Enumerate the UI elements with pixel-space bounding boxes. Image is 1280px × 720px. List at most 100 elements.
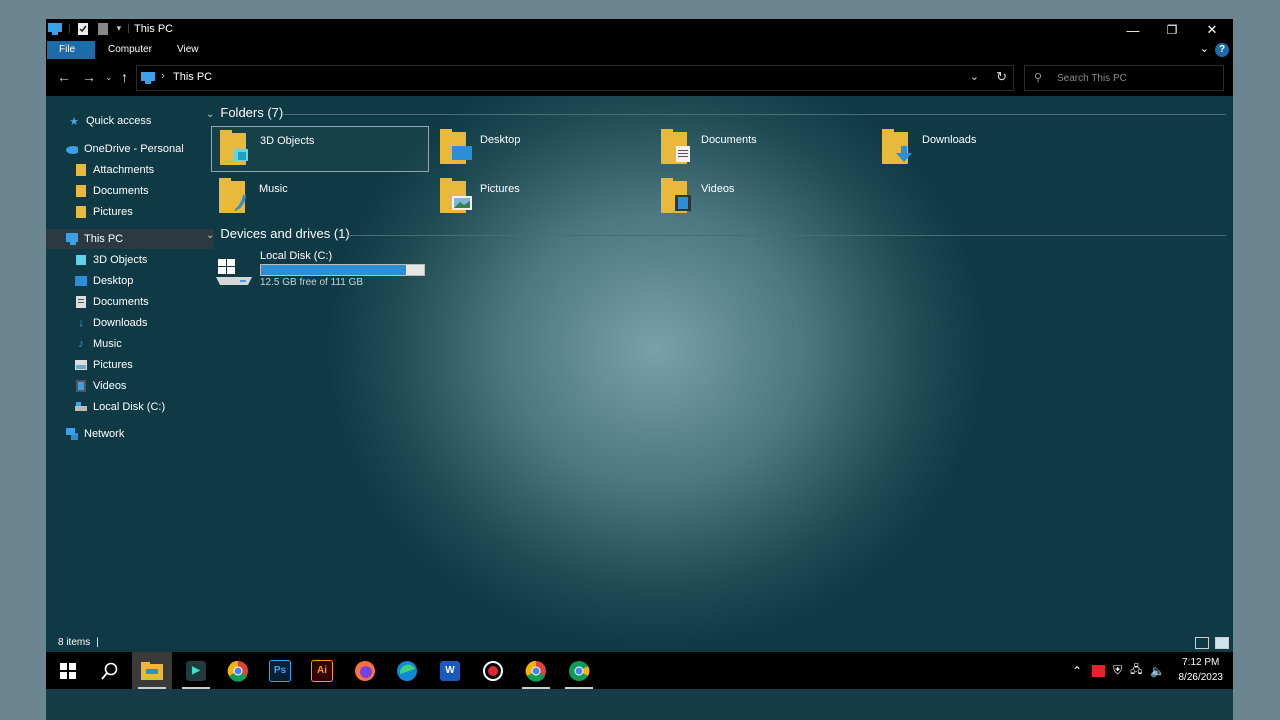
window-title: This PC [134,23,174,35]
folder-icon [659,128,695,166]
new-folder-icon[interactable] [97,22,111,35]
word-icon: W [440,660,460,681]
close-button[interactable]: ✕ [1192,19,1232,41]
firefox-icon [355,660,375,681]
nav-item-3d-objects[interactable]: 3D Objects [46,250,223,270]
nav-network[interactable]: Network [46,424,214,444]
status-divider: | [96,637,99,648]
clock[interactable]: 7:12 PM 8/26/2023 [1179,655,1224,685]
taskbar-photoshop[interactable]: Ps [260,652,300,689]
tab-view[interactable]: View [165,41,211,59]
details-view-icon[interactable] [1195,637,1209,649]
nav-item-onedrive-pictures[interactable]: Pictures [46,202,223,222]
search-box[interactable]: ⚲ [1024,65,1224,91]
search-input[interactable] [1055,69,1219,87]
forward-arrow-icon[interactable]: → [82,69,96,85]
address-dropdown-icon[interactable]: ⌄ [970,70,979,83]
up-arrow-icon[interactable]: ↑ [121,69,128,85]
nav-this-pc[interactable]: This PC [46,229,214,249]
maximize-button[interactable]: ❐ [1152,19,1192,41]
start-button[interactable] [48,652,88,689]
taskbar-reflection [46,689,1233,720]
taskbar-chrome[interactable] [218,652,258,689]
recent-locations-icon[interactable]: ⌄ [105,72,113,83]
nav-item-documents[interactable]: Documents [46,292,223,312]
quick-access-toolbar: | ▾ | [48,22,130,35]
properties-icon[interactable] [77,22,91,35]
tab-computer[interactable]: Computer [96,41,164,59]
refresh-icon[interactable]: ↻ [996,69,1007,85]
folder-music[interactable]: Music [211,175,427,219]
nav-item-attachments[interactable]: Attachments [46,160,223,180]
large-icons-view-icon[interactable] [1215,637,1229,649]
group-divider [346,235,1226,236]
desktop-icon [75,275,87,287]
help-icon[interactable]: ? [1215,43,1229,57]
folder-desktop[interactable]: Desktop [432,126,648,170]
network-tray-icon[interactable]: 🖧 [1130,661,1142,680]
picture-icon [75,359,87,371]
edge-icon [397,660,417,681]
taskbar: ▶ Ps Ai W ⌃ ⛨ 🖧 🔈 7:12 PM 8/26/2023 [46,652,1233,689]
folder-documents[interactable]: Documents [653,126,869,170]
collapse-chevron-icon[interactable]: ⌄ [206,109,214,120]
customize-toolbar-icon[interactable]: ▾ [117,23,122,34]
chrome-icon [525,660,546,682]
taskbar-recorder[interactable] [473,652,513,689]
taskbar-search-button[interactable] [90,652,130,689]
folder-downloads[interactable]: Downloads [874,126,1090,170]
devices-group-header[interactable]: ⌄ Devices and drives (1) [206,226,350,241]
recording-tray-icon[interactable] [1092,664,1106,677]
this-pc-icon [66,233,78,245]
taskbar-firefox[interactable] [345,652,385,689]
status-bar: 8 items | [58,637,99,648]
breadcrumb[interactable]: This PC [173,71,212,83]
expand-ribbon-icon[interactable]: ⌄ [1200,42,1209,55]
illustrator-icon: Ai [311,659,333,682]
folders-group-header[interactable]: ⌄ Folders (7) [206,105,283,120]
taskbar-edge[interactable] [387,652,427,689]
recorder-icon [483,660,503,681]
chrome-icon [227,660,248,682]
folder-icon [75,164,87,176]
nav-item-music[interactable]: ♪ Music [46,334,223,354]
toolbar-divider: | [127,22,130,34]
security-tray-icon[interactable]: ⛨ [1113,663,1122,678]
folder-3d-objects[interactable]: 3D Objects [211,126,429,172]
nav-item-desktop[interactable]: Desktop [46,271,223,291]
taskbar-word[interactable]: W [430,652,470,689]
group-divider [282,114,1226,115]
nav-item-local-disk[interactable]: Local Disk (C:) [46,397,223,417]
drive-local-disk[interactable]: Local Disk (C:) 12.5 GB free of 111 GB [214,249,434,293]
photoshop-icon: Ps [269,659,291,682]
volume-icon[interactable]: 🔈 [1150,664,1165,678]
taskbar-app[interactable]: ▶ [176,652,216,689]
minimize-button[interactable]: — [1113,19,1153,41]
taskbar-chrome-3[interactable] [559,652,599,689]
folder-icon [880,128,916,166]
collapse-chevron-icon[interactable]: ⌄ [206,230,214,241]
taskbar-file-explorer[interactable] [132,652,172,689]
folder-pictures[interactable]: Pictures [432,175,648,219]
ribbon-tabs: File Computer View ⌄ ? [46,41,1233,59]
music-note-icon: ♪ [78,338,84,350]
drive-icon [75,401,87,413]
network-icon [66,428,78,440]
nav-item-downloads[interactable]: ↓ Downloads [46,313,223,333]
nav-item-videos[interactable]: Videos [46,376,223,396]
back-arrow-icon[interactable]: ← [57,69,71,85]
taskbar-chrome-2[interactable] [516,652,556,689]
show-hidden-icons-icon[interactable]: ⌃ [1072,664,1082,678]
taskbar-illustrator[interactable]: Ai [302,652,342,689]
chrome-icon [569,660,590,681]
address-bar[interactable]: › This PC ⌄ ↻ [136,65,1014,91]
nav-item-onedrive-documents[interactable]: Documents [46,181,223,201]
folder-videos[interactable]: Videos [653,175,869,219]
nav-item-pictures[interactable]: Pictures [46,355,223,375]
nav-onedrive[interactable]: OneDrive - Personal [46,139,214,159]
folder-icon [438,177,474,215]
nav-quick-access[interactable]: ★ Quick access [46,111,216,131]
folder-icon [218,129,254,167]
tab-file[interactable]: File [47,41,95,59]
drive-free-space: 12.5 GB free of 111 GB [260,277,364,288]
